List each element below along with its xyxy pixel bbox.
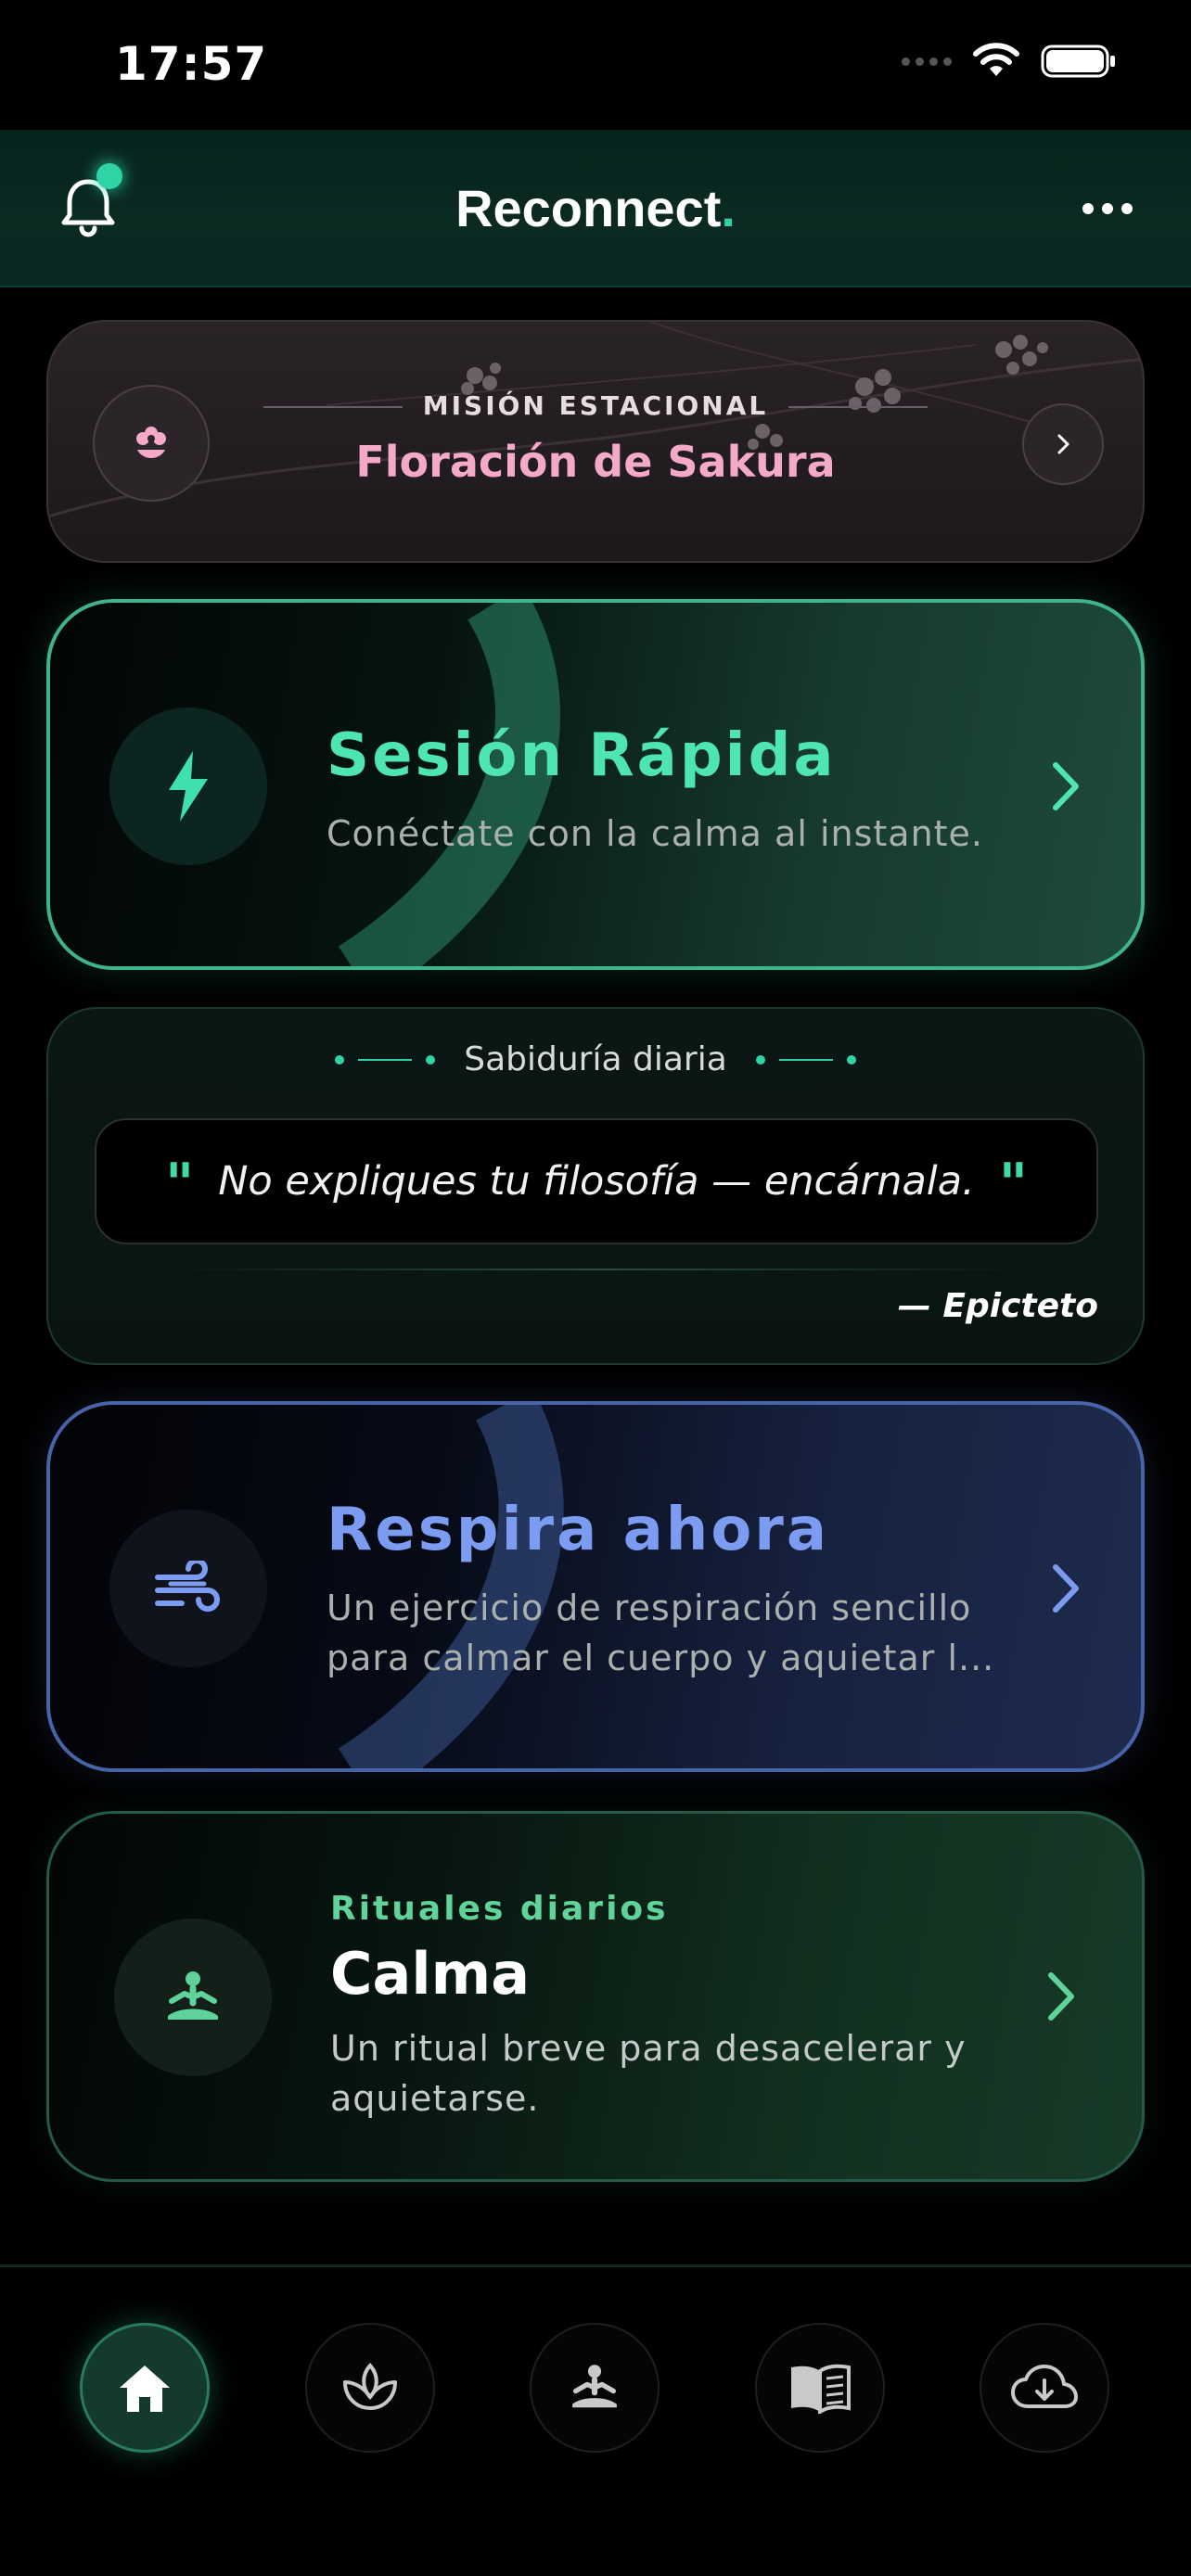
quick-session-subtitle: Conéctate con la calma al instante.	[327, 813, 984, 854]
app-header: Reconnect.	[0, 130, 1191, 287]
status-icons	[902, 43, 1117, 80]
seasonal-mission-card[interactable]: MISIÓN ESTACIONAL Floración de Sakura	[46, 320, 1145, 563]
wisdom-heading-row: Sabiduría diaria	[48, 1040, 1143, 1078]
divider	[169, 1269, 1026, 1270]
meditation-icon	[572, 2365, 617, 2408]
mission-eyebrow: MISIÓN ESTACIONAL	[48, 390, 1143, 421]
quick-session-icon-circle	[109, 708, 267, 865]
wind-icon	[155, 1561, 220, 1612]
breathe-title: Respira ahora	[327, 1496, 830, 1564]
breathe-subtitle-line1: Un ejercicio de respiración sencillo	[327, 1588, 972, 1628]
more-dot-icon	[1102, 203, 1113, 214]
ritual-icon-circle	[114, 1919, 272, 2076]
more-options-button[interactable]	[1070, 185, 1145, 232]
chevron-right-icon	[1053, 1564, 1079, 1613]
chevron-right-icon	[1048, 1972, 1074, 2021]
bottom-navigation	[0, 2264, 1191, 2576]
meditation-icon	[168, 1971, 218, 2020]
wisdom-quote: No expliques tu filosofía — encárnala.	[218, 1158, 975, 1205]
book-icon	[791, 2364, 851, 2414]
mission-title: Floración de Sakura	[355, 437, 836, 487]
breathe-subtitle-line2: para calmar el cuerpo y aquietar l...	[327, 1638, 995, 1678]
ritual-title: Calma	[330, 1940, 531, 2008]
nav-downloads[interactable]	[980, 2323, 1109, 2453]
status-time: 17:57	[115, 37, 268, 91]
more-dot-icon	[1121, 203, 1133, 214]
ritual-subtitle-line1: Un ritual breve para desacelerar y	[330, 2028, 967, 2069]
ornament-icon	[335, 1054, 436, 1065]
close-quote-icon: "	[998, 1152, 1029, 1217]
cellular-signal-icon	[902, 57, 952, 66]
wifi-icon	[973, 43, 1019, 76]
app-title: Reconnect.	[455, 179, 736, 237]
nav-home[interactable]	[80, 2323, 210, 2453]
quote-box: " No expliques tu filosofía — encárnala.…	[95, 1118, 1098, 1244]
nav-library[interactable]	[755, 2323, 885, 2453]
lightning-icon	[169, 751, 208, 822]
more-dot-icon	[1082, 203, 1094, 214]
wisdom-heading: Sabiduría diaria	[464, 1040, 727, 1078]
sprout-icon	[343, 2363, 397, 2410]
home-icon	[120, 2366, 170, 2412]
cloud-download-icon	[1011, 2365, 1078, 2408]
quick-session-title: Sesión Rápida	[327, 721, 837, 790]
chevron-right-icon	[1053, 762, 1079, 810]
nav-growth[interactable]	[305, 2323, 435, 2453]
daily-ritual-card[interactable]: Rituales diarios Calma Un ritual breve p…	[46, 1811, 1145, 2182]
open-quote-icon: "	[164, 1152, 195, 1217]
nav-meditate[interactable]	[530, 2323, 660, 2453]
daily-wisdom-card: Sabiduría diaria " No expliques tu filos…	[46, 1007, 1145, 1365]
battery-icon	[1041, 45, 1115, 78]
breathe-now-card[interactable]: Respira ahora Un ejercicio de respiració…	[46, 1401, 1145, 1772]
quick-session-card[interactable]: Sesión Rápida Conéctate con la calma al …	[46, 599, 1145, 970]
ritual-subtitle-line2: aquietarse.	[330, 2078, 540, 2119]
mission-next-button[interactable]	[1022, 403, 1104, 485]
breathe-icon-circle	[109, 1510, 267, 1667]
ritual-eyebrow: Rituales diarios	[330, 1890, 669, 1928]
quote-author: — Epicteto	[897, 1287, 1098, 1325]
ornament-icon	[755, 1054, 856, 1065]
status-bar: 17:57	[0, 0, 1191, 130]
chevron-right-icon	[1057, 434, 1069, 454]
